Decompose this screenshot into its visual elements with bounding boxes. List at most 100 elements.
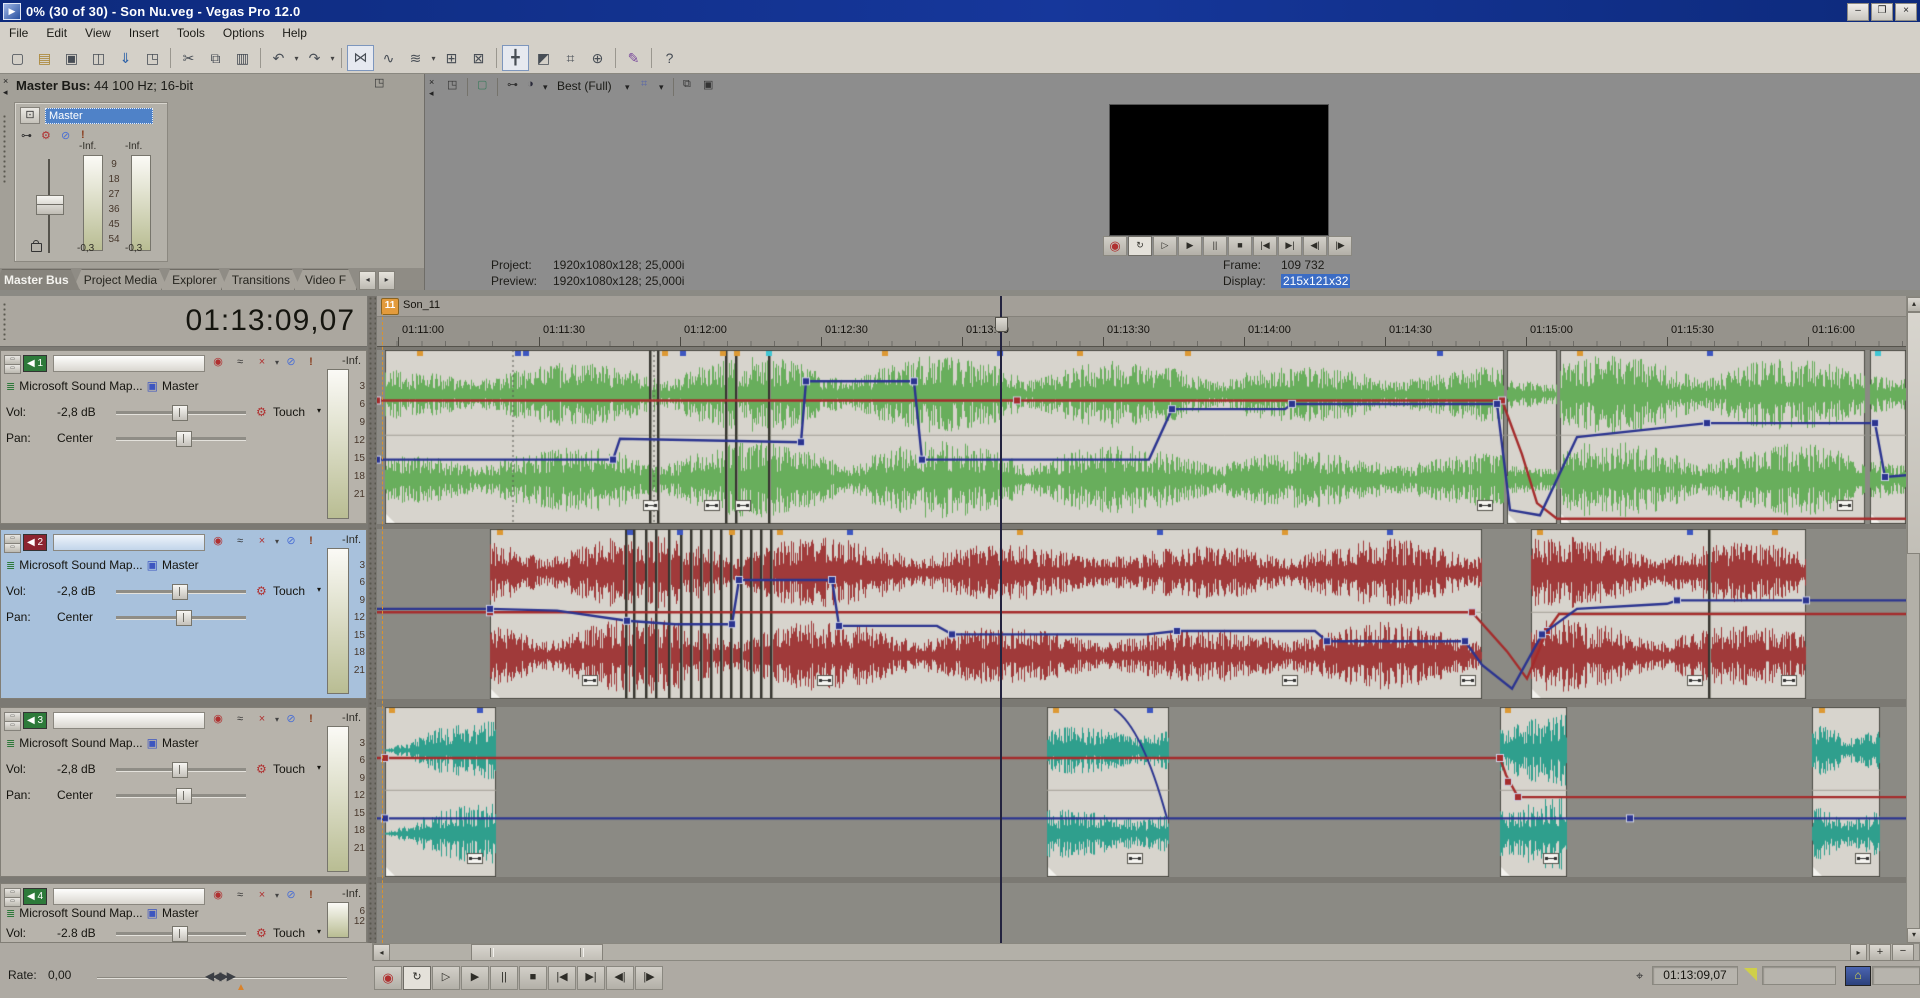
panel-grip[interactable] bbox=[2, 114, 8, 184]
preview-quality-value[interactable]: Best (Full) bbox=[557, 79, 612, 93]
play-button[interactable]: ▶ bbox=[461, 966, 489, 990]
track-2-record-arm-icon[interactable]: ◉ bbox=[208, 533, 228, 550]
preview-collapse-icon[interactable]: ◂ bbox=[429, 89, 434, 97]
menu-options[interactable]: Options bbox=[214, 24, 273, 42]
track-2-vol-slider[interactable] bbox=[116, 590, 246, 594]
track-1-automation-gear-icon[interactable]: ⚙ bbox=[256, 405, 267, 419]
track-1-bus-icon[interactable]: ▣ bbox=[147, 379, 158, 393]
track-4-meter-bar[interactable] bbox=[327, 902, 349, 938]
undo-button[interactable]: ↶ bbox=[266, 46, 291, 70]
stop-button[interactable]: ■ bbox=[519, 966, 547, 990]
track-2-pan-value[interactable]: Center bbox=[57, 610, 93, 624]
maximize-button[interactable]: ❐ bbox=[1871, 3, 1893, 21]
scroll-up-icon[interactable]: ▴ bbox=[1907, 297, 1920, 312]
whats-this-help-button[interactable]: ? bbox=[657, 46, 682, 70]
track-2-pan-slider-handle[interactable] bbox=[176, 610, 192, 626]
track-2-mute-icon[interactable]: ⊘ bbox=[281, 533, 301, 550]
time-ruler[interactable]: 01:11:0001:11:3001:12:0001:12:3001:13:00… bbox=[377, 317, 1906, 347]
tab-explorer[interactable]: Explorer bbox=[161, 269, 228, 290]
track-4-automation-mode[interactable]: Touch bbox=[273, 926, 305, 940]
track-2-name-field[interactable] bbox=[53, 534, 205, 551]
track-1-solo-icon[interactable]: ! bbox=[301, 354, 321, 371]
minimize-button[interactable]: – bbox=[1847, 3, 1869, 21]
track-2-icon[interactable]: ◀ 2 bbox=[23, 534, 47, 551]
time-display-grip[interactable] bbox=[2, 302, 8, 340]
track-4-name-field[interactable] bbox=[53, 888, 205, 905]
previous-frame-button[interactable]: ◀| bbox=[1303, 236, 1327, 256]
previous-frame-button[interactable]: ◀| bbox=[606, 966, 634, 990]
track-2-solo-icon[interactable]: ! bbox=[301, 533, 321, 550]
track-3-invert-phase-icon[interactable]: ≈ bbox=[230, 711, 250, 728]
playhead-handle[interactable] bbox=[995, 317, 1008, 332]
track-3-bus-icon[interactable]: ▣ bbox=[147, 736, 158, 750]
solo-icon[interactable]: ! bbox=[81, 129, 85, 141]
track-2-meter-bar[interactable] bbox=[327, 548, 349, 694]
scroll-left-icon[interactable]: ◂ bbox=[373, 944, 390, 961]
tab-project-media[interactable]: Project Media bbox=[73, 269, 168, 290]
track-2-automation-dropdown-icon[interactable]: ▾ bbox=[317, 585, 321, 594]
track-3-header[interactable]: ▭▭◀ 3◉≈×▾⊘!-Inf.≣Microsoft Sound Map...▣… bbox=[0, 707, 367, 877]
track-3-name-field[interactable] bbox=[53, 712, 205, 729]
menu-edit[interactable]: Edit bbox=[37, 24, 76, 42]
track-1-device-name[interactable]: Microsoft Sound Map... bbox=[19, 379, 142, 393]
track-1-record-arm-icon[interactable]: ◉ bbox=[208, 354, 228, 371]
track-1-automation-mode[interactable]: Touch bbox=[273, 405, 305, 419]
lock-envelopes-button[interactable]: ⊠ bbox=[466, 46, 491, 70]
redo-dropdown-icon[interactable]: ▾ bbox=[328, 54, 337, 63]
track-3-events-canvas[interactable] bbox=[377, 707, 1906, 877]
track-4-vol-slider[interactable] bbox=[116, 932, 246, 936]
ignore-event-grouping-button[interactable]: ⊞ bbox=[439, 46, 464, 70]
keyframe-home-icon[interactable]: ⌂ bbox=[1845, 966, 1871, 986]
track-4-icon[interactable]: ◀ 4 bbox=[23, 888, 47, 905]
zoom-edit-tool-button[interactable]: ⊕ bbox=[585, 46, 610, 70]
tab-transitions[interactable]: Transitions bbox=[221, 269, 301, 290]
status-cursor-time[interactable]: 01:13:09,07 bbox=[1652, 966, 1738, 985]
track-3-record-arm-icon[interactable]: ◉ bbox=[208, 711, 228, 728]
track-3-device-name[interactable]: Microsoft Sound Map... bbox=[19, 736, 142, 750]
save-snapshot-icon[interactable]: ▣ bbox=[703, 78, 713, 91]
rate-slider-handle[interactable]: ◀◀▶▶ bbox=[205, 969, 234, 983]
close-button[interactable]: × bbox=[1895, 3, 1917, 21]
vertical-scroll-thumb[interactable] bbox=[1907, 312, 1920, 554]
scroll-right-icon[interactable]: ▸ bbox=[1850, 944, 1867, 961]
track-3-solo-icon[interactable]: ! bbox=[301, 711, 321, 728]
track-1-vol-value[interactable]: -2,8 dB bbox=[57, 405, 96, 419]
preview-properties-icon[interactable]: ◳ bbox=[447, 78, 457, 91]
track-2-device-name[interactable]: Microsoft Sound Map... bbox=[19, 558, 142, 572]
loop-playback-button[interactable]: ↻ bbox=[1128, 236, 1152, 256]
track-4-header[interactable]: ▭▭◀ 4◉≈×▾⊘!-Inf.≣Microsoft Sound Map...▣… bbox=[0, 883, 367, 943]
track-1-bus-name[interactable]: Master bbox=[162, 379, 199, 393]
play-from-start-button[interactable]: ▷ bbox=[1153, 236, 1177, 256]
track-4-mute-icon[interactable]: ⊘ bbox=[281, 887, 301, 904]
auto-ripple-dropdown-icon[interactable]: ▾ bbox=[429, 54, 438, 63]
stop-button[interactable]: ■ bbox=[1228, 236, 1252, 256]
track-4-bus-icon[interactable]: ▣ bbox=[147, 906, 158, 920]
track-4-vol-slider-handle[interactable] bbox=[172, 926, 188, 942]
track-4-bus-name[interactable]: Master bbox=[162, 906, 199, 920]
track-2-events-canvas[interactable] bbox=[377, 529, 1906, 699]
play-from-start-button[interactable]: ▷ bbox=[432, 966, 460, 990]
open-project-button[interactable]: ▤ bbox=[32, 46, 57, 70]
copy-snapshot-icon[interactable]: ⧉ bbox=[683, 78, 691, 91]
project-properties-button[interactable]: ◫ bbox=[86, 46, 111, 70]
marker-bar[interactable]: 11 Son_11 bbox=[377, 296, 1906, 317]
track-3-automation-gear-icon[interactable]: ⚙ bbox=[256, 762, 267, 776]
meter-bar-right[interactable] bbox=[131, 155, 151, 251]
menu-tools[interactable]: Tools bbox=[168, 24, 214, 42]
title-bar[interactable]: ▶ 0% (30 of 30) - Son Nu.veg - Vegas Pro… bbox=[0, 0, 1920, 22]
track-2-pan-slider[interactable] bbox=[116, 616, 246, 620]
track-3-pan-slider[interactable] bbox=[116, 794, 246, 798]
track-1-events-canvas[interactable] bbox=[377, 350, 1906, 524]
track-4-events-canvas[interactable] bbox=[377, 883, 1906, 943]
quality-chevron2-icon[interactable]: ▾ bbox=[625, 83, 630, 91]
interactive-tutorials-button[interactable]: ✎ bbox=[621, 46, 646, 70]
preview-quality-icon[interactable]: ◑ bbox=[527, 78, 534, 90]
new-project-button[interactable]: ▢ bbox=[5, 46, 30, 70]
horizontal-scroll-thumb[interactable] bbox=[471, 944, 603, 961]
zoom-out-time-icon[interactable]: − bbox=[1892, 944, 1914, 961]
cut-button[interactable]: ✂ bbox=[176, 46, 201, 70]
track-3-automation-mode[interactable]: Touch bbox=[273, 762, 305, 776]
track-3-vol-slider[interactable] bbox=[116, 768, 246, 772]
track-2-vol-value[interactable]: -2,8 dB bbox=[57, 584, 96, 598]
next-frame-button[interactable]: |▶ bbox=[635, 966, 663, 990]
